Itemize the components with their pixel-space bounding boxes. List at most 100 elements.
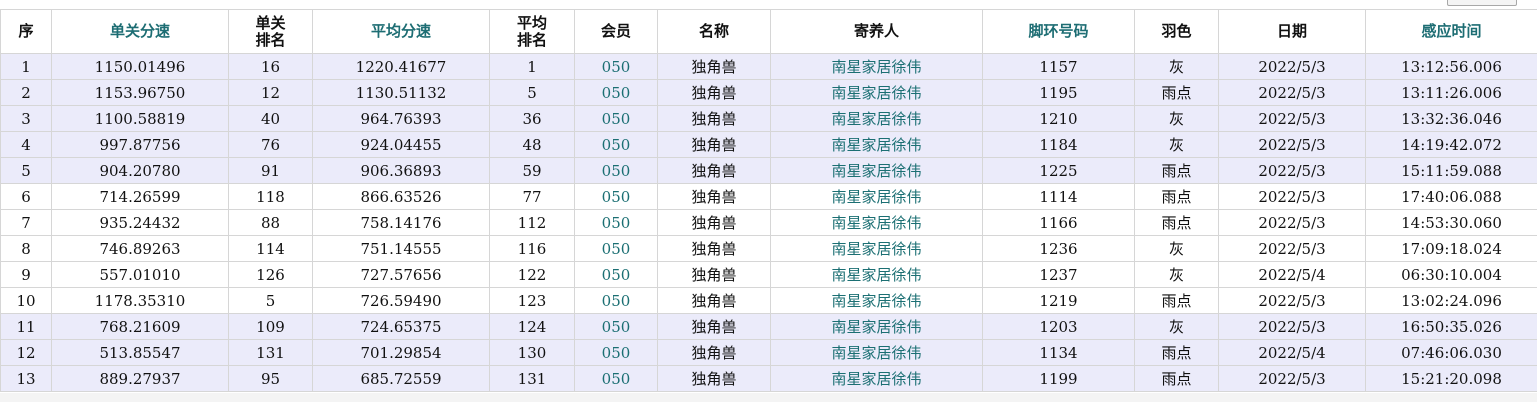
cell-date: 2022/5/3 xyxy=(1218,209,1366,236)
cell-ring: 1134 xyxy=(982,339,1135,366)
header-member: 会员 xyxy=(574,9,658,54)
cell-member[interactable]: 050 xyxy=(574,313,658,340)
cell-date: 2022/5/3 xyxy=(1218,313,1366,340)
cell-single-rank: 12 xyxy=(228,79,313,106)
cell-ring: 1236 xyxy=(982,235,1135,262)
cell-owner[interactable]: 南星家居徐伟 xyxy=(770,313,983,340)
cell-feather: 雨点 xyxy=(1134,79,1219,106)
cell-avg-speed: 964.76393 xyxy=(312,105,490,132)
cell-owner[interactable]: 南星家居徐伟 xyxy=(770,79,983,106)
cell-time: 07:46:06.030 xyxy=(1365,339,1537,366)
cell-date: 2022/5/3 xyxy=(1218,235,1366,262)
cell-member[interactable]: 050 xyxy=(574,235,658,262)
cell-avg-rank: 116 xyxy=(489,235,575,262)
cell-ring: 1184 xyxy=(982,131,1135,158)
header-single-rank-text: 单关 排名 xyxy=(255,13,286,49)
cell-owner[interactable]: 南星家居徐伟 xyxy=(770,287,983,314)
cell-time: 13:12:56.006 xyxy=(1365,53,1537,80)
cell-name: 独角兽 xyxy=(657,183,771,210)
cell-owner[interactable]: 南星家居徐伟 xyxy=(770,131,983,158)
cell-avg-speed: 866.63526 xyxy=(312,183,490,210)
cell-member[interactable]: 050 xyxy=(574,105,658,132)
header-avg-rank-text: 平均 排名 xyxy=(516,13,547,49)
cell-owner[interactable]: 南星家居徐伟 xyxy=(770,365,983,392)
cell-feather: 灰 xyxy=(1134,53,1219,80)
cell-feather: 灰 xyxy=(1134,313,1219,340)
cell-owner[interactable]: 南星家居徐伟 xyxy=(770,157,983,184)
cell-seq: 1 xyxy=(0,53,52,80)
cell-owner[interactable]: 南星家居徐伟 xyxy=(770,209,983,236)
cell-member[interactable]: 050 xyxy=(574,287,658,314)
cell-member[interactable]: 050 xyxy=(574,131,658,158)
cell-seq: 8 xyxy=(0,235,52,262)
cell-ring: 1166 xyxy=(982,209,1135,236)
table-header-row: 序 单关分速 单关 排名 平均分速 平均 排名 会员 名称 寄养人 脚环号码 羽色 … xyxy=(0,9,1537,54)
cell-ring: 1210 xyxy=(982,105,1135,132)
cell-ring: 1195 xyxy=(982,79,1135,106)
cell-single-rank: 5 xyxy=(228,287,313,314)
cell-member[interactable]: 050 xyxy=(574,365,658,392)
cell-time: 14:53:30.060 xyxy=(1365,209,1537,236)
cell-single-speed: 889.27937 xyxy=(51,365,229,392)
cell-avg-speed: 924.04455 xyxy=(312,131,490,158)
cell-ring: 1203 xyxy=(982,313,1135,340)
cell-owner[interactable]: 南星家居徐伟 xyxy=(770,235,983,262)
cell-owner[interactable]: 南星家居徐伟 xyxy=(770,261,983,288)
cell-avg-rank: 36 xyxy=(489,105,575,132)
cell-member[interactable]: 050 xyxy=(574,183,658,210)
cell-single-speed: 904.20780 xyxy=(51,157,229,184)
cell-owner[interactable]: 南星家居徐伟 xyxy=(770,183,983,210)
cell-ring: 1114 xyxy=(982,183,1135,210)
table-row: 11 768.21609 109 724.65375 124 050 独角兽 南星家居徐伟 12… xyxy=(0,313,1537,340)
table-row: 6 714.26599 118 866.63526 77 050 独角兽 南星家居徐伟 1114… xyxy=(0,183,1537,210)
header-single-speed-sort[interactable]: 单关分速 xyxy=(51,9,229,54)
cell-single-rank: 114 xyxy=(228,235,313,262)
cell-avg-rank: 131 xyxy=(489,365,575,392)
cell-seq: 3 xyxy=(0,105,52,132)
cell-name: 独角兽 xyxy=(657,131,771,158)
bottom-scroll-area xyxy=(0,393,1537,402)
cell-avg-speed: 758.14176 xyxy=(312,209,490,236)
cell-name: 独角兽 xyxy=(657,365,771,392)
cell-single-speed: 557.01010 xyxy=(51,261,229,288)
cell-avg-rank: 5 xyxy=(489,79,575,106)
cell-date: 2022/5/3 xyxy=(1218,131,1366,158)
cell-ring: 1219 xyxy=(982,287,1135,314)
cell-name: 独角兽 xyxy=(657,105,771,132)
cell-member[interactable]: 050 xyxy=(574,209,658,236)
cell-avg-speed: 727.57656 xyxy=(312,261,490,288)
cell-single-rank: 95 xyxy=(228,365,313,392)
cell-seq: 5 xyxy=(0,157,52,184)
table-row: 12 513.85547 131 701.29854 130 050 独角兽 南星家居徐伟 11… xyxy=(0,339,1537,366)
table-row: 3 1100.58819 40 964.76393 36 050 独角兽 南星家居徐伟 1210… xyxy=(0,105,1537,132)
header-time-sort[interactable]: 感应时间 xyxy=(1365,9,1537,54)
table-row: 1 1150.01496 16 1220.41677 1 050 独角兽 南星家居徐伟 1157… xyxy=(0,53,1537,80)
cell-avg-rank: 123 xyxy=(489,287,575,314)
cell-seq: 11 xyxy=(0,313,52,340)
cell-member[interactable]: 050 xyxy=(574,53,658,80)
cell-time: 06:30:10.004 xyxy=(1365,261,1537,288)
cell-name: 独角兽 xyxy=(657,79,771,106)
cell-owner[interactable]: 南星家居徐伟 xyxy=(770,105,983,132)
cell-avg-speed: 726.59490 xyxy=(312,287,490,314)
cell-owner[interactable]: 南星家居徐伟 xyxy=(770,53,983,80)
cell-owner[interactable]: 南星家居徐伟 xyxy=(770,339,983,366)
cell-member[interactable]: 050 xyxy=(574,157,658,184)
cell-member[interactable]: 050 xyxy=(574,339,658,366)
cell-seq: 7 xyxy=(0,209,52,236)
header-feather: 羽色 xyxy=(1134,9,1219,54)
cell-member[interactable]: 050 xyxy=(574,261,658,288)
header-ring-sort[interactable]: 脚环号码 xyxy=(982,9,1135,54)
cell-feather: 雨点 xyxy=(1134,209,1219,236)
table-row: 7 935.24432 88 758.14176 112 050 独角兽 南星家居徐伟 1166… xyxy=(0,209,1537,236)
cell-single-rank: 131 xyxy=(228,339,313,366)
top-control-stub[interactable] xyxy=(1447,0,1517,6)
cell-date: 2022/5/3 xyxy=(1218,183,1366,210)
cell-avg-speed: 1130.51132 xyxy=(312,79,490,106)
header-avg-rank: 平均 排名 xyxy=(489,9,575,54)
header-avg-speed-sort[interactable]: 平均分速 xyxy=(312,9,490,54)
cell-seq: 9 xyxy=(0,261,52,288)
cell-member[interactable]: 050 xyxy=(574,79,658,106)
cell-single-speed: 1100.58819 xyxy=(51,105,229,132)
cell-feather: 灰 xyxy=(1134,131,1219,158)
